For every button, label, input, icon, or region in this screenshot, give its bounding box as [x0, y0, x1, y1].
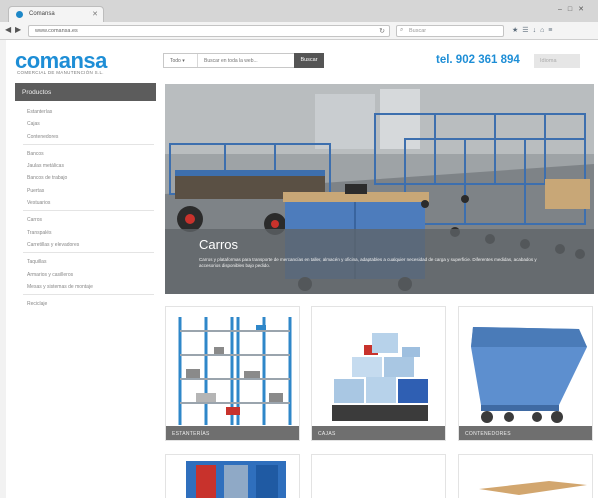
bookmark-star-icon[interactable]: ★ [512, 27, 522, 34]
forward-icon[interactable]: ▶ [15, 25, 21, 34]
bookmarks-icon[interactable]: ☰ [522, 27, 532, 34]
language-select[interactable]: Idioma [534, 54, 580, 68]
window-controls[interactable]: –□✕ [558, 5, 590, 13]
hero-title: Carros [199, 237, 239, 252]
menu-icon[interactable]: ≡ [548, 27, 556, 34]
hero-caption: Carros Carros y plataformas para transpo… [165, 229, 594, 294]
search-category-select[interactable]: Todo ▾ [164, 54, 198, 67]
sidebar-item[interactable]: Transpalés [15, 226, 156, 238]
site-search-input[interactable] [202, 54, 292, 67]
sidebar-divider [23, 143, 154, 145]
card-label: CONTENEDORES [459, 426, 592, 440]
toolbar-icons[interactable]: ★☰↓⌂≡ [512, 26, 556, 34]
sidebar-divider [23, 252, 154, 254]
url-text: www.comansa.es [35, 28, 78, 34]
sidebar-item[interactable]: Contenedores [15, 130, 156, 142]
shelving-image [178, 317, 292, 425]
sidebar-item[interactable]: Mesas y sistemas de montaje [15, 280, 156, 292]
search-icon: ⌕ [400, 27, 404, 33]
boxes-image [332, 333, 428, 421]
search-category-value: Todo [170, 58, 181, 64]
sidebar-item[interactable]: Carretillas y elevadores [15, 238, 156, 250]
close-tab-icon[interactable]: ✕ [92, 10, 98, 18]
sidebar-divider [23, 210, 154, 212]
browser-search-input[interactable]: ⌕ Buscar [396, 25, 504, 37]
products-sidebar: Productos Estanterías Cajas Contenedores… [15, 83, 156, 309]
sidebar-item[interactable]: Vestuarios [15, 196, 156, 208]
tab-title: Comansa [29, 11, 55, 17]
sidebar-item[interactable]: Carros [15, 213, 156, 225]
download-icon[interactable]: ↓ [533, 27, 541, 34]
browser-search-placeholder: Buscar [409, 28, 427, 34]
site-search: Todo ▾ Buscar [163, 53, 324, 68]
site-search-button[interactable]: Buscar [294, 53, 324, 68]
sidebar-item[interactable]: Estanterías [15, 105, 156, 117]
sidebar-item[interactable]: Bancos [15, 147, 156, 159]
back-icon[interactable]: ◀ [5, 25, 11, 34]
category-card-estanterias[interactable]: ESTANTERÍAS [165, 306, 300, 441]
phone-number: tel. 902 361 894 [436, 54, 520, 66]
category-card-partial[interactable] [165, 454, 300, 498]
container-image [471, 327, 587, 423]
chevron-down-icon: ▾ [182, 58, 185, 64]
sidebar-title: Productos [15, 83, 156, 101]
locker-image [186, 461, 286, 498]
sidebar-item[interactable]: Bancos de trabajo [15, 171, 156, 183]
browser-tab[interactable]: Comansa ✕ [8, 6, 104, 22]
category-card-partial[interactable] [311, 454, 446, 498]
sidebar-item[interactable]: Armarios y casilleros [15, 268, 156, 280]
sidebar-item[interactable]: Jaulas metálicas [15, 159, 156, 171]
favicon-icon [16, 11, 23, 18]
sidebar-divider [23, 294, 154, 296]
category-card-contenedores[interactable]: CONTENEDORES [458, 306, 593, 441]
table-image [479, 481, 587, 495]
web-page: comansa COMERCIAL DE MANUTENCIÓN S.L. To… [6, 40, 598, 498]
site-tagline: COMERCIAL DE MANUTENCIÓN S.L. [17, 70, 104, 75]
sidebar-item[interactable]: Reciclaje [15, 297, 156, 309]
browser-window: Comansa ✕ –□✕ ◀ ▶ www.comansa.es ↻ ⌕ Bus… [0, 0, 598, 498]
sidebar-item[interactable]: Cajas [15, 117, 156, 129]
category-card-cajas[interactable]: CAJAS [311, 306, 446, 441]
sidebar-item[interactable]: Taquillas [15, 255, 156, 267]
hero-description: Carros y plataformas para transporte de … [199, 257, 537, 268]
category-card-partial[interactable] [458, 454, 593, 498]
card-label: ESTANTERÍAS [166, 426, 299, 440]
card-label: CAJAS [312, 426, 445, 440]
hero-banner[interactable]: Carros Carros y plataformas para transpo… [165, 84, 594, 294]
tab-bar: Comansa ✕ –□✕ [0, 0, 598, 22]
browser-toolbar: ◀ ▶ www.comansa.es ↻ ⌕ Buscar ★☰↓⌂≡ [0, 22, 598, 40]
address-bar[interactable]: www.comansa.es ↻ [28, 25, 390, 37]
sidebar-item[interactable]: Puertas [15, 184, 156, 196]
reload-icon[interactable]: ↻ [379, 27, 385, 35]
